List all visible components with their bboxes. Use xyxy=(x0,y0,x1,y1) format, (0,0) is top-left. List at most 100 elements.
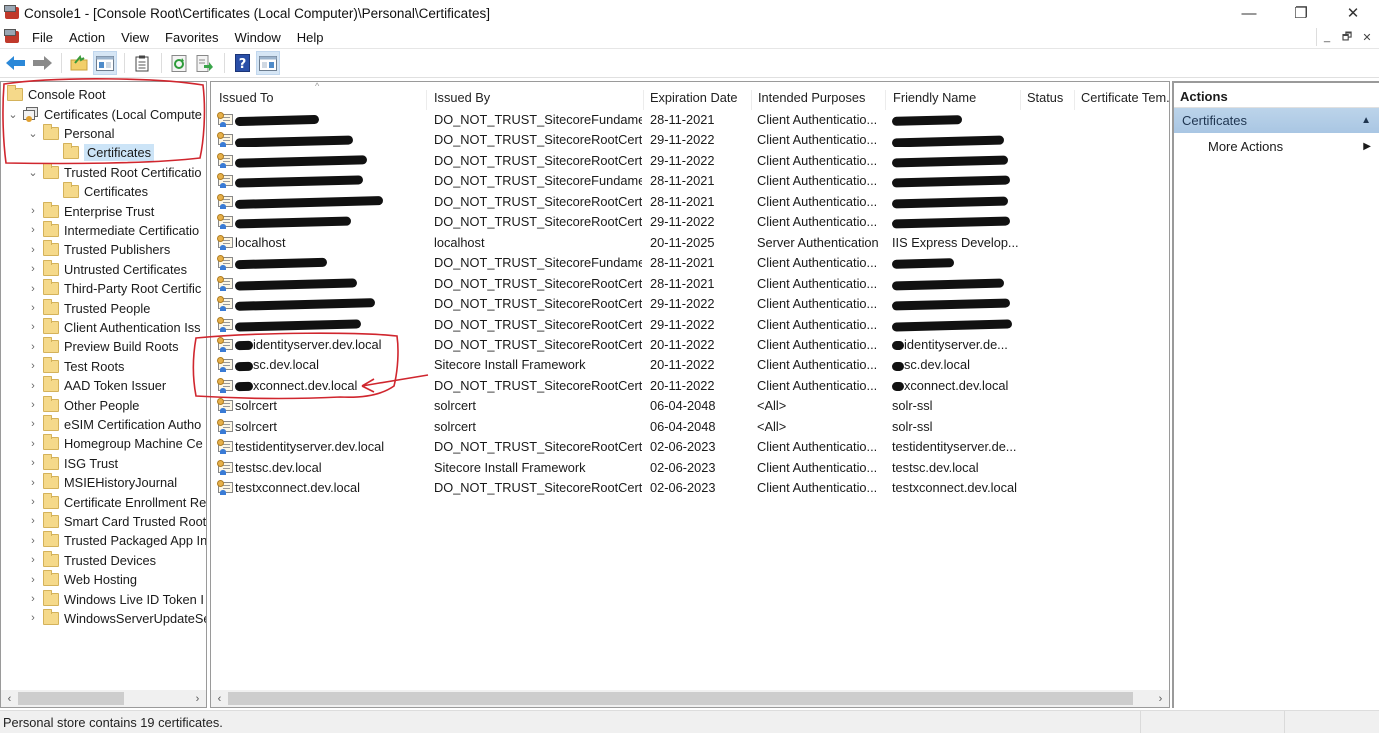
more-actions-item[interactable]: More Actions ▶ xyxy=(1174,133,1379,159)
menu-window[interactable]: Window xyxy=(227,26,289,49)
chevron-right-icon[interactable]: › xyxy=(27,418,39,430)
mdi-restore-button[interactable]: 🗗 xyxy=(1337,28,1357,46)
certificate-row[interactable]: sc.dev.local Sitecore Install Framework … xyxy=(211,355,1169,375)
tree-item-console-root[interactable]: Console Root xyxy=(3,85,106,104)
collapse-up-icon[interactable]: ▲ xyxy=(1361,115,1371,126)
list-horizontal-scrollbar[interactable]: ‹ › xyxy=(211,690,1169,707)
scroll-left-arrow[interactable]: ‹ xyxy=(1,690,18,707)
tree-item-certificate-enrollment-re[interactable]: › Certificate Enrollment Re xyxy=(27,492,206,511)
certificate-row[interactable]: identityserver.dev.local DO_NOT_TRUST_Si… xyxy=(211,335,1169,355)
tree-item-homegroup-machine-ce[interactable]: › Homegroup Machine Ce xyxy=(27,434,203,453)
tree-item-certificates[interactable]: Certificates xyxy=(47,182,148,201)
show-hide-action-pane-button[interactable] xyxy=(256,51,280,75)
tree-item-isg-trust[interactable]: › ISG Trust xyxy=(27,453,118,473)
tree-item-trusted-people[interactable]: › Trusted People xyxy=(27,298,150,317)
column-issued-by[interactable]: Issued By xyxy=(428,90,644,110)
menu-file[interactable]: File xyxy=(24,26,61,49)
certificate-row[interactable]: DO_NOT_TRUST_SitecoreFundame... 28-11-20… xyxy=(211,171,1169,191)
certificate-row[interactable]: solrcert solrcert 06-04-2048 <All> solr-… xyxy=(211,396,1169,416)
certificate-row[interactable]: DO_NOT_TRUST_SitecoreRootCert 29-11-2022… xyxy=(211,212,1169,232)
tree-horizontal-scrollbar[interactable]: ‹ › xyxy=(1,690,206,707)
certificate-row[interactable]: DO_NOT_TRUST_SitecoreRootCert 29-11-2022… xyxy=(211,315,1169,335)
column-status[interactable]: Status xyxy=(1021,90,1075,110)
tree-item-trusted-devices[interactable]: › Trusted Devices xyxy=(27,550,156,570)
chevron-right-icon[interactable]: › xyxy=(27,283,39,295)
show-hide-console-tree-button[interactable] xyxy=(93,51,117,75)
forward-button[interactable] xyxy=(30,51,54,75)
back-button[interactable] xyxy=(4,51,28,75)
menu-action[interactable]: Action xyxy=(61,26,113,49)
chevron-right-icon[interactable]: › xyxy=(27,457,39,469)
certificate-row[interactable]: testsc.dev.local Sitecore Install Framew… xyxy=(211,458,1169,478)
tree-item-windowsserverupdatese[interactable]: › WindowsServerUpdateSe xyxy=(27,608,206,628)
tree-item-client-authentication-iss[interactable]: › Client Authentication Iss xyxy=(27,317,201,337)
tree-item-smart-card-trusted-root[interactable]: › Smart Card Trusted Root xyxy=(27,511,206,531)
chevron-down-icon[interactable]: ⌄ xyxy=(27,127,39,140)
certificate-row[interactable]: DO_NOT_TRUST_SitecoreRootCert 29-11-2022… xyxy=(211,294,1169,314)
tree-item-certificates[interactable]: Certificates xyxy=(47,143,155,162)
mdi-close-button[interactable]: ✕ xyxy=(1357,28,1377,46)
mmc-app-icon[interactable] xyxy=(4,5,20,21)
tree-item-aad-token-issuer[interactable]: › AAD Token Issuer xyxy=(27,376,166,395)
tree-item-trusted-packaged-app-in[interactable]: › Trusted Packaged App In xyxy=(27,531,206,550)
refresh-button[interactable] xyxy=(167,51,191,75)
certificate-row[interactable]: DO_NOT_TRUST_SitecoreFundame... 28-11-20… xyxy=(211,253,1169,273)
chevron-right-icon[interactable]: › xyxy=(27,496,39,508)
certificate-row[interactable]: DO_NOT_TRUST_SitecoreRootCert 28-11-2021… xyxy=(211,192,1169,212)
tree-item-certificates-local-computer[interactable]: ⌄ Certificates (Local Compute xyxy=(7,104,202,123)
export-button[interactable] xyxy=(193,51,217,75)
scroll-right-arrow[interactable]: › xyxy=(189,690,206,707)
restore-button[interactable]: ❐ xyxy=(1275,0,1327,26)
tree-item-esim-certification-autho[interactable]: › eSIM Certification Autho xyxy=(27,414,201,434)
certificate-row[interactable]: DO_NOT_TRUST_SitecoreFundame... 28-11-20… xyxy=(211,110,1169,130)
chevron-down-icon[interactable]: ⌄ xyxy=(27,166,39,179)
certificate-row[interactable]: DO_NOT_TRUST_SitecoreRootCert 29-11-2022… xyxy=(211,151,1169,171)
chevron-right-icon[interactable]: › xyxy=(27,380,39,392)
chevron-right-icon[interactable]: › xyxy=(27,205,39,217)
scroll-thumb[interactable] xyxy=(228,692,1133,705)
chevron-right-icon[interactable]: › xyxy=(27,438,39,450)
chevron-right-icon[interactable]: › xyxy=(27,263,39,275)
certificate-row[interactable]: localhost localhost 20-11-2025 Server Au… xyxy=(211,233,1169,253)
tree-item-untrusted-certificates[interactable]: › Untrusted Certificates xyxy=(27,259,187,279)
chevron-right-icon[interactable]: › xyxy=(27,554,39,566)
column-intended-purposes[interactable]: Intended Purposes xyxy=(752,90,886,110)
tree-item-test-roots[interactable]: › Test Roots xyxy=(27,356,124,376)
certificate-row[interactable]: testidentityserver.dev.local DO_NOT_TRUS… xyxy=(211,437,1169,457)
column-certificate-template[interactable]: Certificate Tem... xyxy=(1075,90,1169,110)
column-expiration-date[interactable]: Expiration Date xyxy=(644,90,752,110)
tree-item-trusted-root-certificatio[interactable]: ⌄ Trusted Root Certificatio xyxy=(27,162,202,182)
certificate-row[interactable]: DO_NOT_TRUST_SitecoreRootCert 29-11-2022… xyxy=(211,130,1169,150)
menu-view[interactable]: View xyxy=(113,26,157,49)
scroll-left-arrow[interactable]: ‹ xyxy=(211,690,228,707)
certificate-row[interactable]: solrcert solrcert 06-04-2048 <All> solr-… xyxy=(211,417,1169,437)
tree-item-intermediate-certificatio[interactable]: › Intermediate Certificatio xyxy=(27,220,199,240)
chevron-right-icon[interactable]: › xyxy=(27,535,39,547)
chevron-right-icon[interactable]: › xyxy=(27,593,39,605)
close-button[interactable]: ✕ xyxy=(1327,0,1379,26)
tree-item-personal[interactable]: ⌄ Personal xyxy=(27,123,115,143)
chevron-right-icon[interactable]: › xyxy=(27,360,39,372)
actions-section-certificates[interactable]: Certificates ▲ xyxy=(1174,108,1379,133)
tree-item-third-party-root-certific[interactable]: › Third-Party Root Certific xyxy=(27,279,201,298)
chevron-right-icon[interactable]: › xyxy=(27,477,39,489)
certificate-row[interactable]: xconnect.dev.local DO_NOT_TRUST_Sitecore… xyxy=(211,376,1169,396)
chevron-right-icon[interactable]: › xyxy=(27,224,39,236)
chevron-right-icon[interactable]: › xyxy=(27,515,39,527)
chevron-right-icon[interactable]: › xyxy=(27,574,39,586)
chevron-right-icon[interactable]: › xyxy=(27,612,39,624)
tree-item-web-hosting[interactable]: › Web Hosting xyxy=(27,570,137,589)
mdi-minimize-button[interactable]: _ xyxy=(1317,28,1337,46)
minimize-button[interactable]: — xyxy=(1223,0,1275,26)
chevron-right-icon[interactable]: › xyxy=(27,321,39,333)
tree-item-windows-live-id-token-i[interactable]: › Windows Live ID Token I xyxy=(27,589,204,608)
menu-favorites[interactable]: Favorites xyxy=(157,26,226,49)
chevron-down-icon[interactable]: ⌄ xyxy=(7,108,19,121)
up-one-level-button[interactable] xyxy=(67,51,91,75)
tree-item-preview-build-roots[interactable]: › Preview Build Roots xyxy=(27,337,179,356)
export-list-button[interactable] xyxy=(130,51,154,75)
tree-item-msiehistoryjournal[interactable]: › MSIEHistoryJournal xyxy=(27,473,177,492)
tree-item-enterprise-trust[interactable]: › Enterprise Trust xyxy=(27,201,154,220)
chevron-right-icon[interactable]: › xyxy=(27,399,39,411)
console-document-icon[interactable] xyxy=(4,29,20,45)
